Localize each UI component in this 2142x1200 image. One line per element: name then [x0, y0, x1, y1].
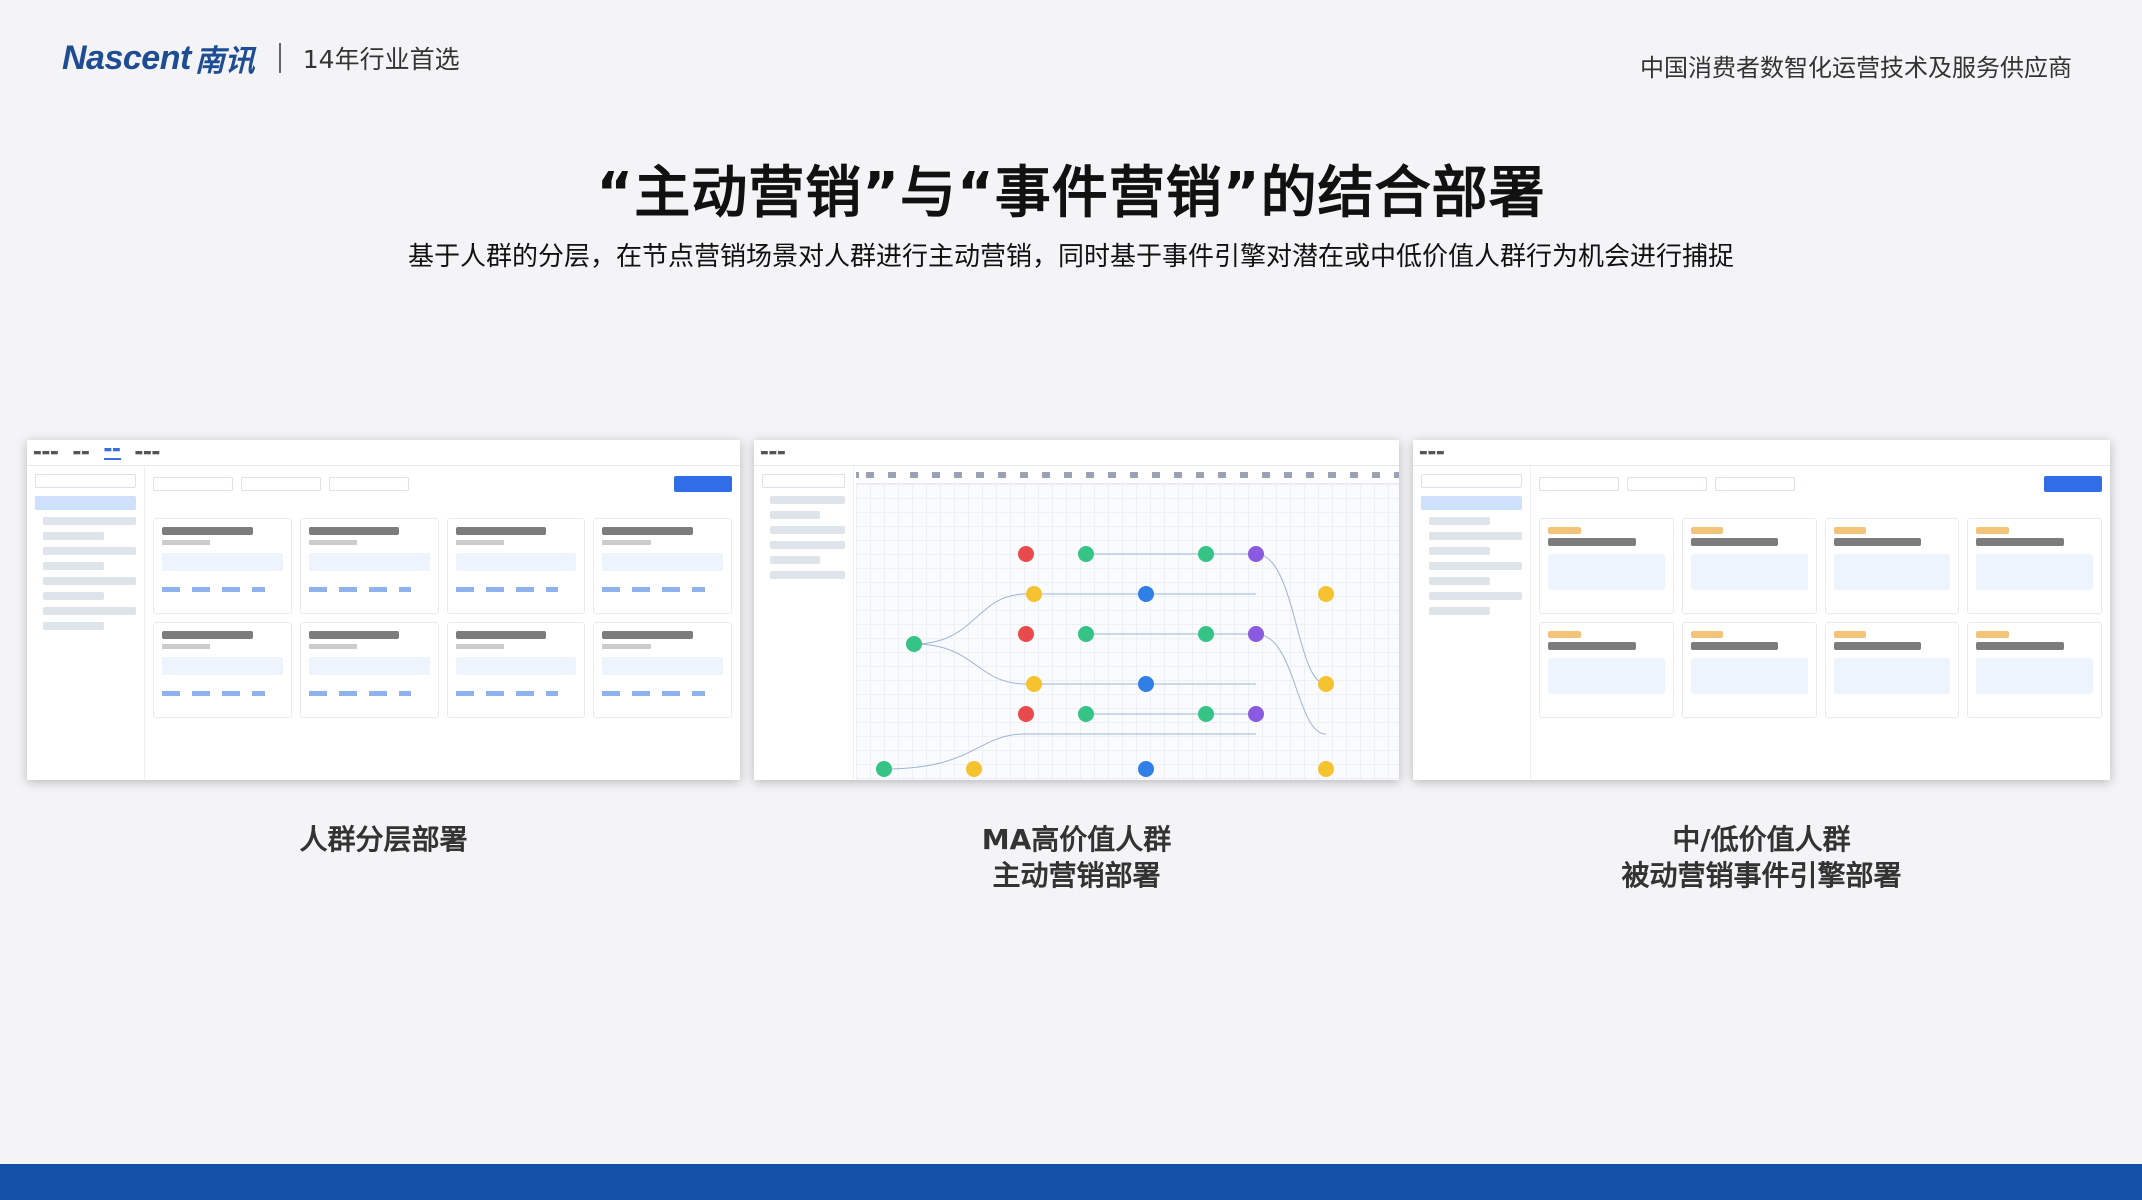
screenshot-card: [1681, 518, 1817, 614]
screenshot-tab-active: ▬▬: [103, 445, 121, 460]
flow-graph: [883, 553, 1327, 770]
flow-node: [1318, 761, 1334, 777]
screenshot-tabs: ▬▬▬ ▬▬ ▬▬ ▬▬▬: [27, 440, 740, 466]
screenshot-flow-canvas: [856, 484, 1399, 780]
screenshot-card-grid: [1539, 518, 2102, 718]
company-description: 中国消费者数智化运营技术及服务供应商: [1640, 54, 2072, 82]
screenshot-card: [1539, 518, 1674, 614]
flow-node: [1026, 676, 1042, 692]
screenshot-sidebar: [27, 466, 145, 780]
flow-node-start: [906, 636, 922, 652]
screenshot-tab: ▬▬▬: [134, 447, 161, 458]
flow-node: [1198, 546, 1214, 562]
flow-node: [1078, 626, 1094, 642]
brand-divider: [278, 43, 281, 73]
screenshot-card: [1967, 518, 2102, 614]
caption-event-engine: 中/低价值人群 被动营销事件引擎部署: [1413, 822, 2110, 894]
flow-node: [1318, 586, 1334, 602]
screenshot-tab: ▬▬▬: [33, 447, 59, 458]
screenshot-crowd-segmentation: ▬▬▬ ▬▬ ▬▬ ▬▬▬: [27, 440, 740, 780]
screenshot-card: [446, 622, 586, 718]
caption-line: MA高价值人群: [981, 823, 1172, 856]
caption-ma-high-value: MA高价值人群 主动营销部署: [754, 822, 1399, 894]
flow-node: [966, 761, 982, 777]
screenshot-event-engine: ▬▬▬: [1413, 440, 2110, 780]
screenshot-tab: ▬▬▬: [1419, 447, 1445, 458]
flow-node: [1248, 546, 1264, 562]
screenshot-tabs: ▬▬▬: [1413, 440, 2110, 466]
screenshot-card: [1681, 622, 1817, 718]
flow-node-start: [876, 761, 892, 777]
screenshot-card: [1824, 518, 1960, 614]
screenshot-card: [299, 518, 439, 614]
flow-node: [1198, 626, 1214, 642]
flow-node: [1018, 546, 1034, 562]
caption-crowd-segmentation: 人群分层部署: [27, 822, 740, 858]
flow-node: [1138, 586, 1154, 602]
flow-node: [1248, 626, 1264, 642]
screenshot-card: [153, 622, 292, 718]
screenshot-card: [593, 518, 732, 614]
flow-node: [1026, 586, 1042, 602]
screenshot-sidebar: [1413, 466, 1531, 780]
footer-bar: [0, 1164, 2142, 1200]
screenshot-card: [1824, 622, 1960, 718]
flow-node: [1018, 706, 1034, 722]
caption-line: 被动营销事件引擎部署: [1621, 859, 1902, 892]
caption-line: 中/低价值人群: [1672, 823, 1851, 856]
screenshot-main: [153, 476, 732, 780]
screenshot-card: [1967, 622, 2102, 718]
caption-line: 主动营销部署: [992, 859, 1161, 892]
tagline: 14年行业首选: [302, 45, 460, 74]
screenshot-card: [153, 518, 292, 614]
screenshot-tab: ▬▬: [72, 447, 90, 458]
caption-line: 人群分层部署: [299, 823, 468, 856]
flow-node: [1198, 706, 1214, 722]
screenshot-ma-flow: ▬▬▬: [754, 440, 1399, 780]
screenshot-card: [1539, 622, 1674, 718]
logo-cn: 南讯: [194, 44, 255, 79]
flow-node: [1078, 706, 1094, 722]
slide-title: “主动营销”与“事件营销”的结合部署: [596, 161, 1546, 226]
screenshot-tabs: ▬▬▬: [754, 440, 1399, 466]
logo: Nascent: [62, 38, 191, 77]
screenshot-toolbar: [856, 466, 1399, 484]
flow-node: [1138, 676, 1154, 692]
flow-node: [1318, 676, 1334, 692]
screenshot-tab: ▬▬▬: [760, 447, 786, 458]
screenshot-card: [299, 622, 439, 718]
screenshot-card: [593, 622, 732, 718]
screenshot-card-grid: [153, 518, 732, 718]
flow-node: [1138, 761, 1154, 777]
slide-subtitle: 基于人群的分层，在节点营销场景对人群进行主动营销，同时基于事件引擎对潜在或中低价…: [407, 242, 1734, 272]
screenshot-sidebar: [754, 466, 854, 780]
screenshot-main: [1539, 476, 2102, 780]
flow-node: [1078, 546, 1094, 562]
flow-node: [1018, 626, 1034, 642]
brand: Nascent 南讯 14年行业首选: [62, 36, 460, 80]
screenshot-card: [446, 518, 586, 614]
flow-node: [1248, 706, 1264, 722]
